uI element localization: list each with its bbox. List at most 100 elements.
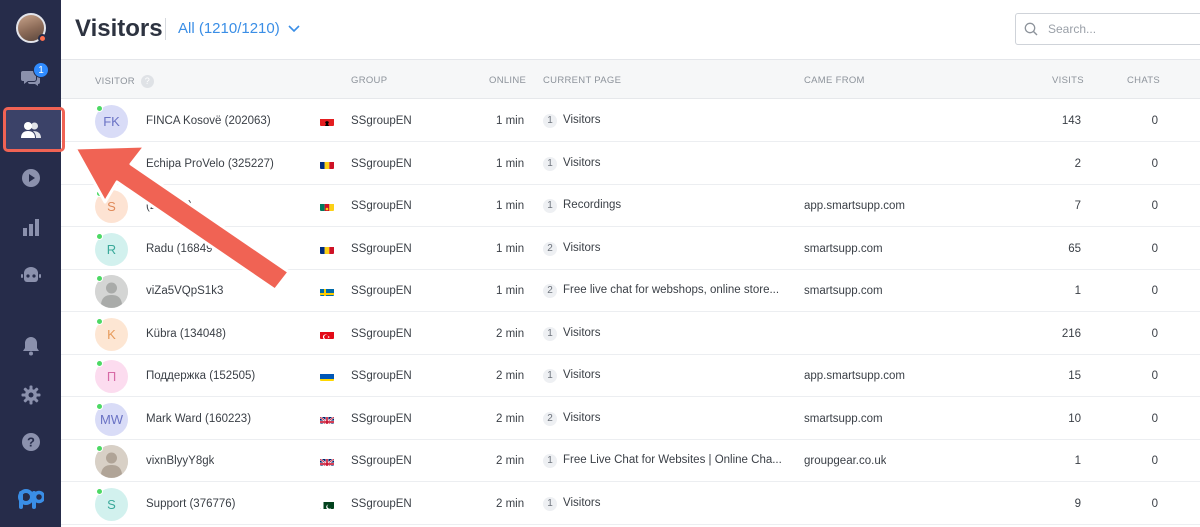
- country-flag-icon: [320, 286, 334, 296]
- sidebar-item-notifications[interactable]: [0, 324, 61, 368]
- column-header-current-page[interactable]: CURRENT PAGE: [543, 75, 621, 86]
- visitor-name[interactable]: FINCA Kosovë (202063): [146, 115, 271, 127]
- visitor-initials: S: [107, 199, 116, 214]
- chat-count: 0: [1151, 242, 1158, 255]
- sidebar-item-conversations[interactable]: 1: [0, 56, 61, 100]
- country-flag-icon: [320, 244, 334, 254]
- chat-count: 0: [1151, 370, 1158, 382]
- table-row[interactable]: R Radu (16849 SSgroupEN 1 min 2 Visitors …: [61, 227, 1200, 270]
- sidebar-item-profile[interactable]: [0, 6, 61, 50]
- current-page[interactable]: 1 Visitors: [543, 156, 601, 171]
- search-input[interactable]: [1048, 22, 1188, 36]
- sidebar-item-bot[interactable]: [0, 254, 61, 298]
- current-page[interactable]: 1 Recordings: [543, 199, 621, 213]
- column-header-visits[interactable]: VISITS: [1052, 75, 1084, 86]
- column-header-online[interactable]: ONLINE: [489, 75, 526, 86]
- sidebar-item-logo[interactable]: [0, 478, 61, 522]
- visitor-initials: MW: [99, 411, 124, 427]
- online-status-dot: [96, 275, 103, 282]
- page-count-badge: 2: [543, 284, 557, 298]
- current-page[interactable]: 1 Visitors: [543, 369, 601, 383]
- visitor-initials: K: [107, 326, 116, 342]
- country-flag-icon: [320, 116, 334, 126]
- table-row[interactable]: viZa5VQpS1k3 SSgroupEN 1 min 2 Free live …: [61, 270, 1200, 312]
- visitor-online-time: 2 min: [496, 455, 524, 467]
- sidebar-item-statistics[interactable]: [0, 205, 61, 249]
- chat-count: 0: [1151, 157, 1158, 170]
- sidebar-item-recordings[interactable]: [0, 156, 61, 200]
- visitor-name[interactable]: Mark Ward (160223): [146, 413, 251, 425]
- current-page[interactable]: 1 Visitors: [543, 326, 601, 341]
- visitor-online-time: 1 min: [496, 157, 524, 170]
- table-header: VISITOR? GROUP ONLINE CURRENT PAGE CAME …: [61, 60, 1200, 99]
- current-page[interactable]: 2 Visitors: [543, 241, 601, 256]
- visitors-table: VISITOR? GROUP ONLINE CURRENT PAGE CAME …: [61, 60, 1200, 527]
- table-row[interactable]: K Kübra (134048) SSgroupEN 2 min 1 Visito…: [61, 312, 1200, 355]
- search-icon: [1024, 22, 1038, 36]
- visitor-filter-dropdown[interactable]: All (1210/1210): [178, 20, 300, 37]
- column-header-group[interactable]: GROUP: [351, 75, 387, 86]
- came-from: smartsupp.com: [804, 285, 883, 297]
- visitor-name[interactable]: Kübra (134048): [146, 328, 226, 340]
- visitor-name[interactable]: vixnBlyyY8gk: [146, 455, 214, 467]
- visitor-online-time: 1 min: [496, 242, 524, 255]
- page-count-badge: 1: [543, 114, 557, 128]
- visitor-initials: S: [107, 496, 116, 512]
- country-flag-icon: [320, 499, 334, 509]
- table-row[interactable]: vixnBlyyY8gk SSgroupEN 2 min 1 Free Live …: [61, 440, 1200, 482]
- column-header-chats[interactable]: CHATS: [1127, 75, 1160, 86]
- visitor-name[interactable]: Support (376776): [146, 498, 236, 510]
- visit-count: 143: [1061, 115, 1081, 127]
- visitor-name[interactable]: Поддержка (152505): [146, 370, 255, 382]
- header-divider: [165, 18, 166, 40]
- sidebar-item-settings[interactable]: [0, 373, 61, 417]
- table-row[interactable]: MW Mark Ward (160223) SSgroupEN 2 min 2V…: [61, 397, 1200, 440]
- profile-avatar[interactable]: [15, 13, 47, 43]
- table-row[interactable]: S Support (376776) SSgroupEN 2 min 1 Visi…: [61, 482, 1200, 525]
- visit-count: 1: [1074, 285, 1081, 297]
- country-flag-icon: [320, 159, 334, 169]
- page-count-badge: 1: [543, 369, 557, 383]
- page-count-badge: 1: [543, 199, 557, 213]
- table-row[interactable]: FK FINCA Kosovë (202063) SSgroupEN 1 min…: [61, 100, 1200, 142]
- page-count-badge: 1: [543, 326, 557, 341]
- visitor-group: SSgroupEN: [351, 200, 412, 212]
- visit-count: 7: [1074, 200, 1081, 212]
- came-from: groupgear.co.uk: [804, 455, 887, 467]
- visitor-name[interactable]: (239509): [146, 200, 192, 212]
- smartsupp-logo-icon: [17, 489, 44, 509]
- sidebar-item-help[interactable]: ?: [0, 420, 61, 464]
- visitor-name[interactable]: Radu (16849: [146, 243, 213, 255]
- help-question-icon[interactable]: ?: [140, 75, 154, 88]
- bar-chart-icon: [22, 219, 39, 236]
- current-page-title: Visitors: [563, 369, 601, 381]
- svg-text:?: ?: [27, 435, 35, 450]
- visitor-online-time: 1 min: [496, 115, 524, 127]
- table-row[interactable]: Echipa ProVelo (325227) SSgroupEN 1 min …: [61, 142, 1200, 185]
- page-count-badge: 1: [543, 156, 557, 171]
- visitor-group: SSgroupEN: [351, 370, 412, 382]
- page-count-badge: 1: [543, 496, 557, 511]
- current-page[interactable]: 2 Free live chat for webshops, online sto…: [543, 284, 779, 298]
- table-row[interactable]: S (239509) SSgroupEN 1 min 1 Recordings a…: [61, 185, 1200, 227]
- visitor-name[interactable]: viZa5VQpS1k3: [146, 285, 223, 297]
- status-dot: [37, 34, 47, 43]
- column-header-visitor[interactable]: VISITOR?: [95, 75, 154, 88]
- chevron-down-icon: [288, 24, 300, 32]
- help-icon: ?: [21, 433, 40, 451]
- table-row[interactable]: П Поддержка (152505) SSgroupEN 2 min 1 Vi…: [61, 355, 1200, 397]
- visit-count: 1: [1074, 455, 1081, 467]
- visitor-online-time: 2 min: [496, 497, 524, 510]
- column-header-came-from[interactable]: CAME FROM: [804, 75, 865, 86]
- current-page[interactable]: 1 Visitors: [543, 114, 601, 128]
- current-page[interactable]: 1 Visitors: [543, 496, 601, 511]
- current-page[interactable]: 2 Visitors: [543, 411, 601, 426]
- sidebar: 1 ?: [0, 0, 65, 527]
- visitor-group: SSgroupEN: [351, 412, 412, 425]
- current-page[interactable]: 1 Free Live Chat for Websites | Online Ch…: [543, 454, 782, 468]
- unread-badge: 1: [33, 62, 49, 78]
- visitor-name[interactable]: Echipa ProVelo (325227): [146, 158, 274, 170]
- search-box[interactable]: [1015, 13, 1200, 45]
- visit-count: 65: [1068, 242, 1081, 255]
- current-page-title: Visitors: [563, 156, 601, 169]
